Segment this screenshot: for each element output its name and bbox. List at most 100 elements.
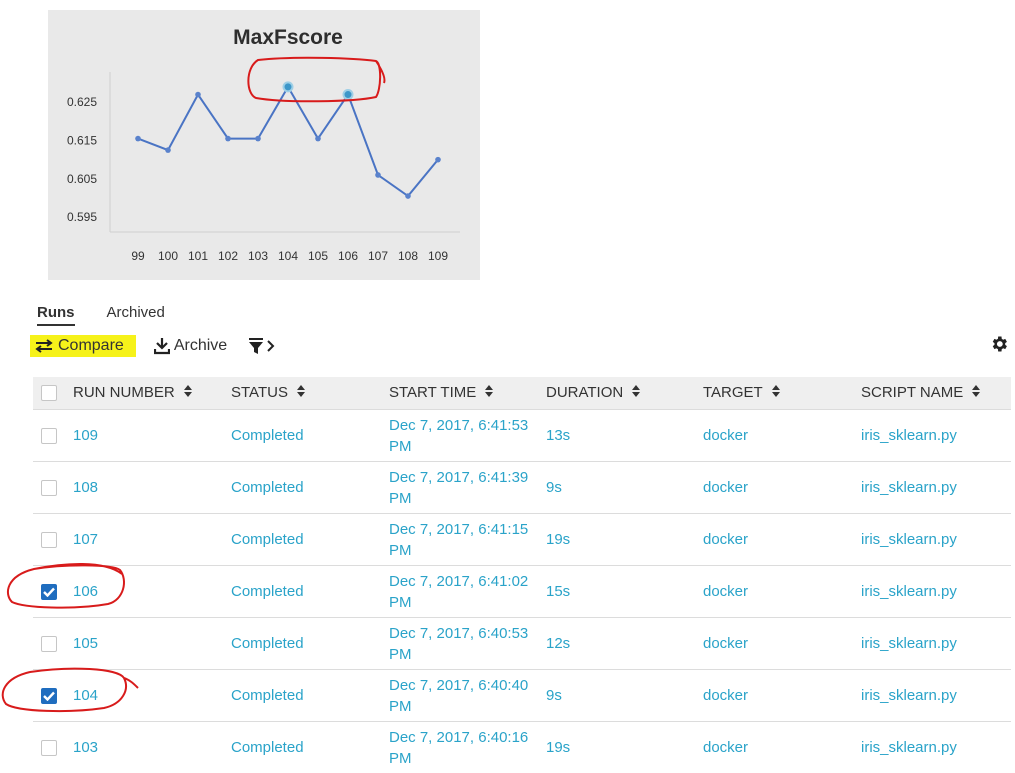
select-all-header: [33, 377, 73, 410]
tab-archived[interactable]: Archived: [107, 304, 165, 326]
target-link[interactable]: docker: [703, 739, 748, 756]
chart-title: MaxFscore: [233, 26, 343, 49]
row-checkbox[interactable]: [41, 740, 57, 756]
run-number-link[interactable]: 106: [73, 583, 98, 600]
script-link[interactable]: iris_sklearn.py: [861, 687, 957, 704]
script-link[interactable]: iris_sklearn.py: [861, 739, 957, 756]
data-point[interactable]: [135, 136, 141, 142]
run-number-link[interactable]: 103: [73, 739, 98, 756]
row-select-cell: [33, 670, 73, 722]
x-tick-label: 99: [131, 249, 145, 263]
column-header-duration[interactable]: DURATION: [546, 377, 703, 410]
y-tick-label: 0.625: [67, 95, 97, 109]
script-cell: iris_sklearn.py: [861, 722, 1011, 773]
x-tick-label: 108: [398, 249, 418, 263]
duration-value[interactable]: 19s: [546, 739, 570, 756]
script-link[interactable]: iris_sklearn.py: [861, 427, 957, 444]
target-link[interactable]: docker: [703, 583, 748, 600]
start-time-cell[interactable]: Dec 7, 2017, 6:41:15PM: [389, 514, 546, 566]
status-link[interactable]: Completed: [231, 583, 304, 600]
select-all-checkbox[interactable]: [41, 385, 57, 401]
table-row[interactable]: 105 Completed Dec 7, 2017, 6:40:53PM 12s…: [33, 618, 1011, 670]
column-header-script-name[interactable]: SCRIPT NAME: [861, 377, 1011, 410]
data-point[interactable]: [195, 92, 201, 98]
data-point[interactable]: [405, 193, 411, 199]
table-row[interactable]: 103 Completed Dec 7, 2017, 6:40:16PM 19s…: [33, 722, 1011, 773]
target-link[interactable]: docker: [703, 479, 748, 496]
data-point[interactable]: [435, 157, 441, 163]
filter-button[interactable]: [245, 336, 279, 356]
table-row[interactable]: 106 Completed Dec 7, 2017, 6:41:02PM 15s…: [33, 566, 1011, 618]
target-cell: docker: [703, 462, 861, 514]
data-point[interactable]: [255, 136, 261, 142]
tab-runs[interactable]: Runs: [37, 304, 75, 326]
data-point[interactable]: [315, 136, 321, 142]
column-header-target[interactable]: TARGET: [703, 377, 861, 410]
x-tick-label: 105: [308, 249, 328, 263]
gear-icon[interactable]: [989, 334, 1009, 354]
duration-cell: 9s: [546, 462, 703, 514]
row-select-cell: [33, 618, 73, 670]
target-link[interactable]: docker: [703, 531, 748, 548]
row-checkbox[interactable]: [41, 428, 57, 444]
start-time-cell[interactable]: Dec 7, 2017, 6:40:40PM: [389, 670, 546, 722]
start-time-cell[interactable]: Dec 7, 2017, 6:40:53PM: [389, 618, 546, 670]
start-time-date: Dec 7, 2017, 6:41:53: [389, 415, 546, 436]
start-time-cell[interactable]: Dec 7, 2017, 6:41:53PM: [389, 410, 546, 462]
row-checkbox-checked[interactable]: [41, 688, 57, 704]
x-tick-label: 106: [338, 249, 358, 263]
compare-button[interactable]: Compare: [30, 335, 136, 357]
duration-cell: 15s: [546, 566, 703, 618]
status-link[interactable]: Completed: [231, 635, 304, 652]
duration-value[interactable]: 13s: [546, 427, 570, 444]
table-row[interactable]: 104 Completed Dec 7, 2017, 6:40:40PM 9s …: [33, 670, 1011, 722]
run-number-link[interactable]: 107: [73, 531, 98, 548]
y-tick-label: 0.615: [67, 134, 97, 148]
status-link[interactable]: Completed: [231, 427, 304, 444]
start-time-cell[interactable]: Dec 7, 2017, 6:40:16PM: [389, 722, 546, 773]
data-point[interactable]: [165, 147, 171, 153]
data-point-highlighted[interactable]: [344, 90, 353, 99]
script-link[interactable]: iris_sklearn.py: [861, 635, 957, 652]
row-checkbox-checked[interactable]: [41, 584, 57, 600]
run-number-link[interactable]: 108: [73, 479, 98, 496]
column-header-start-time[interactable]: START TIME: [389, 377, 546, 410]
table-row[interactable]: 109 Completed Dec 7, 2017, 6:41:53PM 13s…: [33, 410, 1011, 462]
duration-value[interactable]: 19s: [546, 531, 570, 548]
table-row[interactable]: 107 Completed Dec 7, 2017, 6:41:15PM 19s…: [33, 514, 1011, 566]
column-header-run-number[interactable]: RUN NUMBER: [73, 377, 231, 410]
target-link[interactable]: docker: [703, 687, 748, 704]
target-link[interactable]: docker: [703, 427, 748, 444]
data-point[interactable]: [225, 136, 231, 142]
status-link[interactable]: Completed: [231, 531, 304, 548]
row-checkbox[interactable]: [41, 480, 57, 496]
duration-value[interactable]: 15s: [546, 583, 570, 600]
status-cell: Completed: [231, 722, 389, 773]
column-header-status[interactable]: STATUS: [231, 377, 389, 410]
run-number-link[interactable]: 105: [73, 635, 98, 652]
y-tick-label: 0.595: [67, 210, 97, 224]
x-tick-label: 104: [278, 249, 298, 263]
status-link[interactable]: Completed: [231, 479, 304, 496]
target-link[interactable]: docker: [703, 635, 748, 652]
data-point-highlighted[interactable]: [284, 82, 293, 91]
duration-value[interactable]: 9s: [546, 687, 562, 704]
table-row[interactable]: 108 Completed Dec 7, 2017, 6:41:39PM 9s …: [33, 462, 1011, 514]
duration-value[interactable]: 12s: [546, 635, 570, 652]
run-number-link[interactable]: 104: [73, 687, 98, 704]
archive-button[interactable]: Archive: [150, 335, 231, 357]
run-tabs: Runs Archived: [37, 304, 165, 326]
duration-value[interactable]: 9s: [546, 479, 562, 496]
script-link[interactable]: iris_sklearn.py: [861, 583, 957, 600]
data-point[interactable]: [375, 172, 381, 178]
row-checkbox[interactable]: [41, 532, 57, 548]
script-link[interactable]: iris_sklearn.py: [861, 479, 957, 496]
start-time-cell[interactable]: Dec 7, 2017, 6:41:02PM: [389, 566, 546, 618]
start-time-cell[interactable]: Dec 7, 2017, 6:41:39PM: [389, 462, 546, 514]
script-link[interactable]: iris_sklearn.py: [861, 531, 957, 548]
run-number-link[interactable]: 109: [73, 427, 98, 444]
status-link[interactable]: Completed: [231, 687, 304, 704]
x-tick-labels: 99100101102103104105106107108109: [131, 249, 448, 263]
status-link[interactable]: Completed: [231, 739, 304, 756]
row-checkbox[interactable]: [41, 636, 57, 652]
